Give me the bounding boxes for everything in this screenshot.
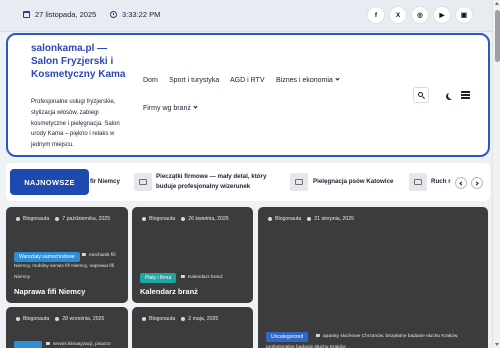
hamburger-icon [460,91,470,93]
chevron-left-icon [459,180,464,186]
post-tags-text[interactable]: mechanik fifi Niemcy, mobilny serwis fif… [14,253,116,280]
post-card[interactable]: Blogonauta 2 maja, 2025 [132,307,253,348]
post-tags[interactable]: mechanik fifi Niemcy, mobilny serwis fif… [14,250,122,283]
ticker-thumbnail[interactable] [409,173,427,191]
youtube-icon-2[interactable]: ▣ [456,7,472,23]
clock-icon [55,217,60,221]
time-display: 3:33:22 PM [110,10,160,19]
chevron-right-icon [474,180,479,186]
image-icon [139,179,147,185]
post-meta: Blogonauta 21 sierpnia, 2025 [268,216,354,222]
ticker-prev-button[interactable] [455,177,467,189]
tag-icon [316,334,320,337]
scrollbar-thumb[interactable] [494,10,500,62]
post-author[interactable]: Blogonauta [23,216,49,222]
ticker-thumbnail[interactable] [134,173,152,191]
post-author[interactable]: Blogonauta [149,216,175,222]
menu-button[interactable] [457,87,473,103]
post-date: 21 sierpnia, 2025 [314,216,355,222]
search-icon [417,91,423,97]
ticker-item[interactable]: Pielęgnacja psów Katowice [313,177,393,187]
scroll-up-icon[interactable] [494,2,499,5]
ticker-thumbnail[interactable] [290,173,308,191]
user-icon [142,217,146,221]
current-date: 27 listopada, 2025 [35,10,97,19]
post-author[interactable]: Blogonauta [149,316,175,322]
nav-item-biznes-label: Biznes i ekonomia [276,77,333,84]
facebook-icon[interactable]: f [368,7,384,23]
category-badge[interactable] [14,341,42,348]
chevron-down-icon [335,76,340,81]
clock-icon [181,217,186,221]
chevron-down-icon [193,104,198,109]
tag-icon [82,253,86,256]
post-tags-text[interactable]: serwis klimatyzacji, pisarzo [53,342,111,347]
user-icon [16,217,20,221]
post-tags-text[interactable]: Kalendarz branż [188,275,223,280]
ticker-item[interactable]: Pieczątki firmowe — mały detal, który bu… [156,172,278,192]
category-badge[interactable]: Płaty i firma [140,273,177,283]
post-tags[interactable]: serwis klimatyzacji, pisarzo [46,339,111,348]
dark-mode-toggle[interactable] [441,87,457,103]
post-card-featured[interactable]: Blogonauta 21 sierpnia, 2025 Uncategoriz… [258,207,488,348]
page-scrollbar[interactable] [492,0,500,348]
site-header: salonkama.pl — Salon Fryzjerski i Kosmet… [6,33,490,157]
nav-item-agd-rtv[interactable]: AGD i RTV [230,77,265,84]
site-description: Profesjonalne usługi fryzjerskie, styliz… [31,99,120,149]
search-button[interactable] [413,87,429,103]
top-bar: 27 listopada, 2025 3:33:22 PM f X ◎ ▶ ▣ [0,0,492,32]
image-icon [295,179,303,185]
clock-icon [55,317,60,321]
post-date: 26 kwietnia, 2025 [188,216,229,222]
post-tags-text[interactable]: aparaty słuchowe Chrzanów, bezpłatne bad… [266,334,458,348]
nav-item-sport[interactable]: Sport i turystyka [169,77,219,84]
post-tags[interactable]: aparaty słuchowe Chrzanów, bezpłatne bad… [266,331,478,348]
calendar-icon [23,11,30,18]
post-meta: Blogonauta 7 października, 2025 [16,216,110,222]
ticker-label: NAJNOWSZE [10,169,89,195]
post-author[interactable]: Blogonauta [23,316,49,322]
ticker-next-button[interactable] [471,177,483,189]
nav-item-firmy-label: Firmy wg branż [143,105,191,112]
image-icon [414,179,422,185]
clock-icon [307,217,312,221]
ticker-item[interactable]: fir Niemcy [90,177,120,187]
post-tags[interactable]: Kalendarz branż [181,272,223,283]
x-twitter-icon[interactable]: X [390,7,406,23]
tag-icon [181,275,185,278]
tag-icon [46,342,50,345]
current-time: 3:33:22 PM [122,10,161,19]
user-icon [142,317,146,321]
post-card[interactable]: Blogonauta 26 kwietnia, 2025 Płaty i fir… [132,207,253,303]
post-meta: Blogonauta 2 maja, 2025 [142,316,218,322]
nav-item-dom[interactable]: Dom [143,77,158,84]
user-icon [16,317,20,321]
post-card[interactable]: Blogonauta 7 października, 2025 Warsztat… [6,207,128,303]
post-card[interactable]: Blogonauta 28 września, 2025 serwis klim… [6,307,128,348]
instagram-icon[interactable]: ◎ [412,7,428,23]
post-date: 7 października, 2025 [62,216,111,222]
ticker-item[interactable]: Ruch r [431,177,451,187]
clock-icon [181,317,186,321]
youtube-icon[interactable]: ▶ [434,7,450,23]
post-date: 28 września, 2025 [62,316,105,322]
post-author[interactable]: Blogonauta [275,216,301,222]
user-icon [268,217,272,221]
post-meta: Blogonauta 26 kwietnia, 2025 [142,216,229,222]
news-ticker: NAJNOWSZE fir Niemcy Pieczątki firmowe —… [6,163,490,201]
date-display: 27 listopada, 2025 [23,10,96,19]
post-date: 2 maja, 2025 [188,316,219,322]
nav-item-biznes[interactable]: Biznes i ekonomia [276,76,340,84]
site-title[interactable]: salonkama.pl — Salon Fryzjerski i Kosmet… [31,42,136,81]
scroll-down-icon[interactable] [494,343,499,346]
post-title[interactable]: Naprawa fifi Niemcy [14,287,85,296]
clock-icon [110,11,117,18]
nav-item-firmy[interactable]: Firmy wg branż [143,104,198,112]
post-meta: Blogonauta 28 września, 2025 [16,316,104,322]
post-title[interactable]: Kalendarz branż [140,287,198,296]
moon-icon [448,92,455,99]
